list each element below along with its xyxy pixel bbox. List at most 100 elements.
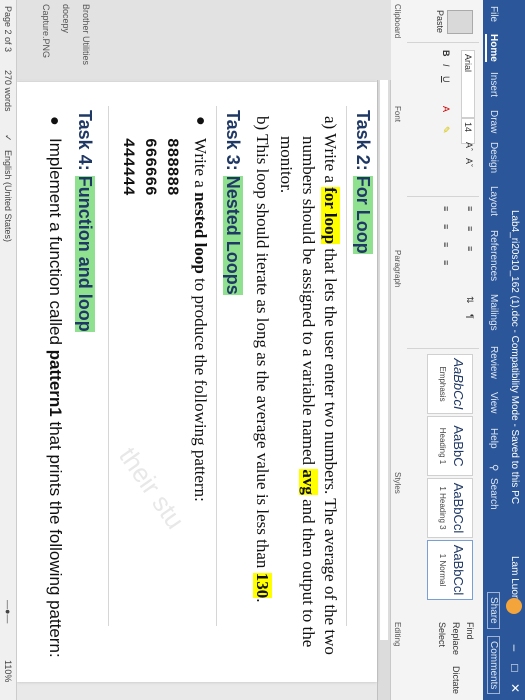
keyword-pattern1: pattern1 [46, 349, 65, 417]
styles-group-label: Styles [393, 472, 402, 494]
task3-title: Nested Loops [223, 175, 243, 295]
close-button[interactable]: ✕ [508, 680, 522, 696]
restore-button[interactable]: □ [508, 660, 522, 676]
underline-icon[interactable]: U [441, 76, 451, 83]
dictate-button[interactable]: Dictate [451, 666, 461, 694]
paste-icon[interactable] [447, 10, 473, 34]
justify-icon[interactable]: ≡ [441, 260, 451, 265]
align-right-icon[interactable]: ≡ [441, 242, 451, 247]
ruler-area [380, 80, 388, 640]
style-emphasis[interactable]: AaBbCcI Emphasis [427, 354, 473, 414]
tab-mailings[interactable]: Mailings [488, 294, 499, 331]
pilcrow-icon[interactable]: ¶ [465, 314, 475, 319]
editing-group-label: Editing [393, 622, 402, 647]
text: that lets the user enter two numbers. Th… [321, 244, 340, 655]
status-bar: Page 2 of 3 270 words ✓ English (United … [0, 0, 17, 700]
desktop-icon-label[interactable]: Capture.PNG [41, 4, 51, 58]
keyword-nested-loop: nested loop [191, 192, 210, 274]
select-button[interactable]: Select [437, 622, 447, 647]
replace-button[interactable]: Replace [451, 622, 461, 655]
pattern-line: 888888 [163, 138, 181, 196]
text: . [253, 598, 272, 603]
comments-button[interactable]: Comments [487, 636, 500, 695]
tab-design[interactable]: Design [488, 142, 499, 173]
proofing-icon[interactable]: ✓ [2, 134, 13, 142]
divider [216, 106, 217, 626]
clipboard-group: Paste Clipboard [393, 2, 479, 43]
shrink-font-icon[interactable]: Aˇ [464, 158, 474, 167]
task2-heading: Task 2: For Loop [352, 106, 373, 258]
tab-review[interactable]: Review [488, 346, 499, 379]
watermark: their stu [113, 441, 191, 535]
tab-draw[interactable]: Draw [488, 110, 499, 133]
task4-label: Task 4: [75, 110, 95, 171]
document-margin: Brother Utilities docepy Capture.PNG [17, 0, 391, 80]
ribbon: Paste Clipboard Arial 14 Aˆ Aˇ B I U A ✎… [390, 0, 483, 700]
font-name-select[interactable]: Arial [461, 50, 475, 118]
grow-font-icon[interactable]: Aˆ [464, 142, 474, 151]
search-label[interactable]: Search [488, 478, 499, 510]
keyword-avg: avg [299, 469, 318, 495]
font-size-select[interactable]: 14 [461, 118, 475, 144]
minimize-button[interactable]: – [508, 640, 522, 656]
bold-icon[interactable]: B [441, 50, 451, 57]
tab-home[interactable]: Home [485, 34, 499, 62]
style-name: Emphasis [438, 366, 447, 402]
sort-icon[interactable]: ⇅ [464, 296, 475, 304]
task4-text: Implement a function called pattern1 tha… [45, 138, 65, 658]
highlight-icon[interactable]: ✎ [440, 126, 451, 134]
font-color-icon[interactable]: A [441, 106, 451, 112]
zoom-level[interactable]: 110% [3, 660, 13, 682]
text: to produce the following pattern: [191, 273, 210, 502]
italic-icon[interactable]: I [441, 64, 451, 67]
text: numbers should be assigned to a variable… [299, 136, 318, 470]
task3-heading: Task 3: Nested Loops [222, 106, 243, 299]
word-count[interactable]: 270 words [3, 70, 13, 112]
ribbon-tabs: File Home Insert Draw Design Layout Refe… [483, 0, 503, 700]
tab-references[interactable]: References [488, 230, 499, 281]
text: that prints the following pattern: [46, 416, 65, 658]
style-normal[interactable]: AaBbCcl 1 Normal [427, 540, 473, 600]
avatar[interactable] [506, 598, 522, 614]
task4-title: Function and loop [75, 175, 95, 332]
style-heading-1[interactable]: AaBbC Heading 1 [427, 416, 473, 476]
text: Implement a function called [46, 138, 65, 350]
align-center-icon[interactable]: ≡ [441, 224, 451, 229]
task3-label: Task 3: [223, 110, 243, 171]
tab-view[interactable]: View [488, 392, 499, 414]
desktop-icon-label[interactable]: Brother Utilities [81, 4, 91, 65]
task2-label: Task 2: [353, 110, 373, 171]
text: a) Write a [321, 116, 340, 188]
numbering-icon[interactable]: ≡ [465, 226, 475, 231]
pattern-line: 444444 [119, 138, 137, 196]
style-sample: AaBbCcI [451, 358, 466, 410]
tab-insert[interactable]: Insert [488, 72, 499, 97]
style-heading-3[interactable]: AaBbCcl 1 Heading 3 [427, 478, 473, 538]
window-title: Lab4_ri20s10_162 (1).doc - Compatibility… [509, 210, 520, 505]
bullets-icon[interactable]: ≡ [465, 206, 475, 211]
search-icon[interactable]: ⚲ [488, 464, 499, 471]
value-130: 130 [253, 572, 272, 599]
tab-layout[interactable]: Layout [488, 186, 499, 216]
task2-b-line: b) This loop should iterate as long as t… [252, 116, 273, 602]
language[interactable]: English (United States) [3, 150, 13, 242]
style-sample: AaBbCcl [451, 544, 466, 596]
document-page[interactable]: their stu Task 2: For Loop a) Write a fo… [17, 82, 377, 682]
task4-heading: Task 4: Function and loop [74, 106, 95, 336]
tab-file[interactable]: File [488, 6, 499, 22]
align-left-icon[interactable]: ≡ [441, 206, 451, 211]
page-count[interactable]: Page 2 of 3 [3, 6, 13, 52]
desktop-icon-label[interactable]: docepy [61, 4, 71, 33]
divider [108, 106, 109, 626]
keyword-for-loop: for loop [321, 187, 340, 245]
zoom-slider[interactable]: —●— [3, 600, 13, 623]
ruler[interactable] [377, 0, 390, 700]
find-button[interactable]: Find [465, 622, 475, 640]
share-button[interactable]: Share [487, 592, 500, 629]
tab-help[interactable]: Help [488, 428, 499, 449]
paragraph-group-label: Paragraph [393, 250, 402, 288]
text: Write a [191, 138, 210, 193]
multilevel-icon[interactable]: ≡ [465, 246, 475, 251]
font-group-label: Font [393, 106, 402, 123]
paste-button[interactable]: Paste [435, 10, 445, 33]
